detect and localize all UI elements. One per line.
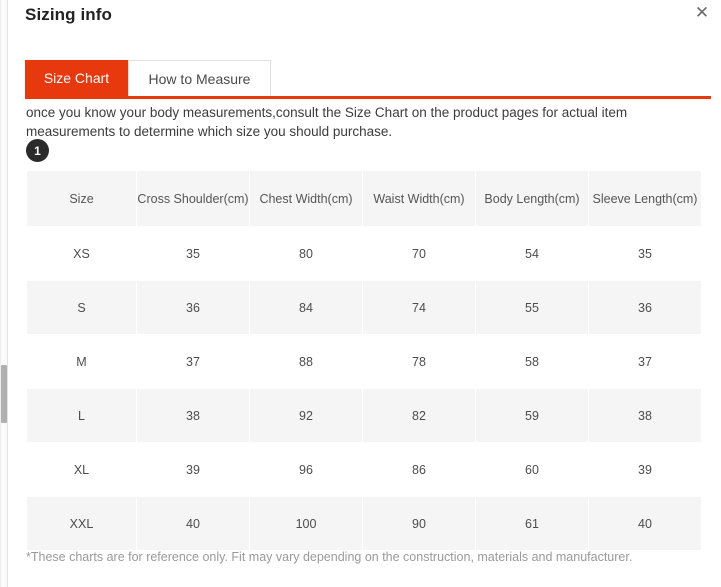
table-row: L 38 92 82 59 38 [27,389,701,442]
tab-bar: Size Chart How to Measure [25,60,711,99]
sizing-info-dialog: Sizing info ✕ Size Chart How to Measure … [10,0,721,587]
description-text: once you know your body measurements,con… [26,105,628,139]
scrollbar-thumb[interactable] [1,365,7,423]
cell-size: S [27,281,136,334]
cell-sleeve-length: 39 [589,443,701,496]
cell-size: M [27,335,136,388]
cell-chest-width: 96 [250,443,362,496]
cell-size: XS [27,227,136,280]
cell-body-length: 55 [476,281,588,334]
page-title: Sizing info [25,5,113,24]
column-header-size: Size [27,171,136,226]
step-badge: 1 [26,139,49,162]
cell-cross-shoulder: 36 [137,281,249,334]
table-row: M 37 88 78 58 37 [27,335,701,388]
column-header-chest-width: Chest Width(cm) [250,171,362,226]
tab-how-to-measure[interactable]: How to Measure [128,60,271,96]
cell-sleeve-length: 36 [589,281,701,334]
cell-waist-width: 82 [363,389,475,442]
cell-body-length: 61 [476,497,588,550]
cell-cross-shoulder: 38 [137,389,249,442]
cell-body-length: 60 [476,443,588,496]
column-header-waist-width: Waist Width(cm) [363,171,475,226]
cell-chest-width: 100 [250,497,362,550]
disclaimer-note: *These charts are for reference only. Fi… [26,550,633,564]
cell-size: L [27,389,136,442]
cell-chest-width: 88 [250,335,362,388]
cell-sleeve-length: 37 [589,335,701,388]
cell-cross-shoulder: 40 [137,497,249,550]
tab-how-to-measure-label: How to Measure [148,70,251,87]
cell-cross-shoulder: 39 [137,443,249,496]
cell-body-length: 58 [476,335,588,388]
cell-cross-shoulder: 37 [137,335,249,388]
cell-waist-width: 86 [363,443,475,496]
cell-waist-width: 78 [363,335,475,388]
cell-chest-width: 92 [250,389,362,442]
column-header-sleeve-length: Sleeve Length(cm) [589,171,701,226]
cell-sleeve-length: 35 [589,227,701,280]
size-chart-table: Size Cross Shoulder(cm) Chest Width(cm) … [26,170,702,551]
cell-size: XL [27,443,136,496]
cell-sleeve-length: 38 [589,389,701,442]
cell-sleeve-length: 40 [589,497,701,550]
cell-size: XXL [27,497,136,550]
cell-chest-width: 84 [250,281,362,334]
cell-body-length: 54 [476,227,588,280]
cell-waist-width: 74 [363,281,475,334]
page-scrollbar-vertical[interactable] [0,0,8,587]
column-header-body-length: Body Length(cm) [476,171,588,226]
table-row: XL 39 96 86 60 39 [27,443,701,496]
cell-body-length: 59 [476,389,588,442]
table-row: S 36 84 74 55 36 [27,281,701,334]
cell-waist-width: 70 [363,227,475,280]
cell-cross-shoulder: 35 [137,227,249,280]
tab-size-chart-label: Size Chart [43,70,110,86]
dialog-header: Sizing info ✕ [10,0,721,56]
table-row: XXL 40 100 90 61 40 [27,497,701,550]
table-row: XS 35 80 70 54 35 [27,227,701,280]
close-icon[interactable]: ✕ [691,2,713,24]
column-header-cross-shoulder: Cross Shoulder(cm) [137,171,249,226]
cell-chest-width: 80 [250,227,362,280]
table-header-row: Size Cross Shoulder(cm) Chest Width(cm) … [27,171,701,226]
cell-waist-width: 90 [363,497,475,550]
tab-size-chart[interactable]: Size Chart [25,60,128,96]
